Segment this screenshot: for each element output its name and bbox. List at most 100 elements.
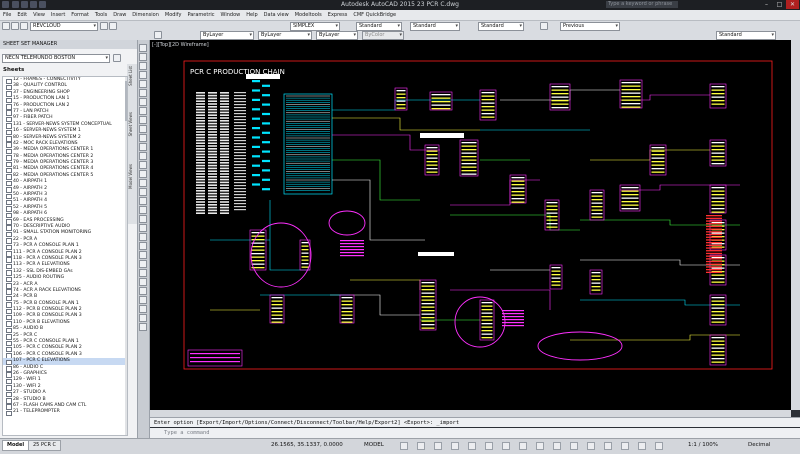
mirror-icon[interactable] bbox=[139, 179, 147, 187]
circle-icon[interactable] bbox=[139, 62, 147, 70]
properties-icon[interactable] bbox=[139, 278, 147, 286]
menu-item[interactable]: Express bbox=[325, 10, 351, 20]
tab-model[interactable]: Model bbox=[2, 440, 30, 451]
sheet-list-item[interactable]: 21 - TELEPROMPTER bbox=[3, 409, 127, 417]
stretch-icon[interactable] bbox=[139, 233, 147, 241]
menu-item[interactable]: Dimension bbox=[129, 10, 162, 20]
menu-item[interactable]: Modeltools bbox=[292, 10, 325, 20]
move-icon[interactable] bbox=[139, 116, 147, 124]
dimension-icon[interactable] bbox=[139, 107, 147, 115]
command-input[interactable]: Type a command bbox=[150, 428, 800, 438]
qp-icon[interactable] bbox=[570, 442, 578, 450]
space-toggle[interactable]: MODEL bbox=[364, 442, 384, 448]
close-icon[interactable]: ✕ bbox=[786, 0, 799, 9]
units-select[interactable]: Decimal bbox=[748, 442, 770, 448]
trim-icon[interactable] bbox=[139, 152, 147, 160]
dimstyle-select[interactable]: Standard bbox=[410, 22, 460, 31]
tablestyle-select[interactable]: Standard bbox=[478, 22, 524, 31]
minimize-icon[interactable]: – bbox=[760, 0, 773, 9]
menu-item[interactable]: Help bbox=[243, 10, 260, 20]
lineweight-icon[interactable] bbox=[536, 442, 544, 450]
block-icon[interactable] bbox=[139, 242, 147, 250]
menu-item[interactable]: Tools bbox=[92, 10, 110, 20]
arc-icon[interactable] bbox=[139, 71, 147, 79]
menu-item[interactable]: Draw bbox=[110, 10, 129, 20]
xref-icon[interactable] bbox=[139, 323, 147, 331]
vertical-scrollbar[interactable] bbox=[791, 40, 800, 410]
transparency-icon[interactable] bbox=[553, 442, 561, 450]
menu-item[interactable]: Format bbox=[68, 10, 92, 20]
menu-item[interactable]: Parametric bbox=[184, 10, 217, 20]
erase-icon[interactable] bbox=[139, 197, 147, 205]
color-select[interactable]: ByLayer bbox=[200, 31, 254, 40]
linetype-control[interactable]: ByLayer bbox=[258, 31, 312, 40]
pan-icon[interactable] bbox=[139, 305, 147, 313]
menu-item[interactable]: Data view bbox=[261, 10, 292, 20]
drawing-canvas[interactable]: [-][Top][2D Wireframe] PCR C PRODUCTION … bbox=[150, 40, 791, 410]
attribute-icon[interactable] bbox=[139, 269, 147, 277]
array-icon[interactable] bbox=[139, 188, 147, 196]
ortho-icon[interactable] bbox=[434, 442, 442, 450]
menu-item[interactable]: View bbox=[30, 10, 48, 20]
rectangle-icon[interactable] bbox=[139, 80, 147, 88]
sheet-list-scrollbar[interactable] bbox=[125, 77, 127, 435]
menu-item[interactable]: Modify bbox=[162, 10, 185, 20]
named-views-icon[interactable] bbox=[540, 22, 548, 30]
search-input[interactable]: Type a keyword or phrase bbox=[606, 1, 678, 8]
scale-icon[interactable] bbox=[139, 143, 147, 151]
workspace-select[interactable]: Standard bbox=[716, 31, 776, 40]
maximize-icon[interactable]: □ bbox=[773, 0, 786, 9]
otrack-icon[interactable] bbox=[485, 442, 493, 450]
polyline-icon[interactable] bbox=[139, 53, 147, 61]
menu-item[interactable]: Window bbox=[218, 10, 244, 20]
grid-icon[interactable] bbox=[400, 442, 408, 450]
lineweight-select[interactable]: ByLayer bbox=[316, 31, 358, 40]
osnap-icon[interactable] bbox=[468, 442, 476, 450]
horizontal-scrollbar[interactable] bbox=[150, 410, 791, 417]
ducs-icon[interactable] bbox=[502, 442, 510, 450]
tab-sheet-list[interactable]: Sheet List bbox=[128, 66, 136, 86]
layer-select[interactable]: REVCLOUD bbox=[30, 22, 98, 31]
freeze-icon[interactable] bbox=[20, 22, 28, 30]
tab-model-views[interactable]: Model Views bbox=[128, 164, 136, 189]
zoom-icon[interactable] bbox=[139, 296, 147, 304]
annotation-scale[interactable]: 1:1 / 100% bbox=[688, 442, 718, 448]
scroll-thumb[interactable] bbox=[125, 81, 127, 121]
lock-icon[interactable] bbox=[621, 442, 629, 450]
rotate-icon[interactable] bbox=[139, 134, 147, 142]
plotstyle-select[interactable]: ByColor bbox=[362, 31, 404, 40]
offset-icon[interactable] bbox=[139, 170, 147, 178]
make-current-icon[interactable] bbox=[100, 22, 108, 30]
chamfer-icon[interactable] bbox=[139, 224, 147, 232]
text-icon[interactable] bbox=[139, 98, 147, 106]
annotation-icon[interactable] bbox=[587, 442, 595, 450]
ssm-options-icon[interactable] bbox=[113, 54, 121, 62]
menu-item[interactable]: File bbox=[0, 10, 14, 20]
tab-sheet-views[interactable]: Sheet Views bbox=[128, 112, 136, 136]
measure-icon[interactable] bbox=[139, 314, 147, 322]
linetype-select[interactable]: SIMPLEX bbox=[290, 22, 340, 31]
snap-icon[interactable] bbox=[417, 442, 425, 450]
hatch-icon[interactable] bbox=[139, 89, 147, 97]
layer-state-icon[interactable] bbox=[11, 22, 19, 30]
view-select[interactable]: Previous bbox=[560, 22, 620, 31]
sheet-set-select[interactable]: NECN TELEMUNDO BOSTON bbox=[2, 54, 110, 63]
dyn-icon[interactable] bbox=[519, 442, 527, 450]
match-properties-icon[interactable] bbox=[154, 31, 162, 39]
line-icon[interactable] bbox=[139, 44, 147, 52]
insert-icon[interactable] bbox=[139, 251, 147, 259]
copy-icon[interactable] bbox=[139, 125, 147, 133]
layer-previous-icon[interactable] bbox=[109, 22, 117, 30]
extend-icon[interactable] bbox=[139, 161, 147, 169]
explode-icon[interactable] bbox=[139, 206, 147, 214]
polar-icon[interactable] bbox=[451, 442, 459, 450]
menu-item[interactable]: CMF QuickBridge bbox=[350, 10, 399, 20]
layer-icon[interactable] bbox=[2, 22, 10, 30]
textstyle-select[interactable]: Standard bbox=[356, 22, 402, 31]
menu-item[interactable]: Edit bbox=[14, 10, 30, 20]
table-icon[interactable] bbox=[139, 260, 147, 268]
workspace-icon[interactable] bbox=[604, 442, 612, 450]
fillet-icon[interactable] bbox=[139, 215, 147, 223]
tab-layout[interactable]: 25 PCR C bbox=[28, 440, 62, 451]
fullscreen-icon[interactable] bbox=[655, 442, 663, 450]
